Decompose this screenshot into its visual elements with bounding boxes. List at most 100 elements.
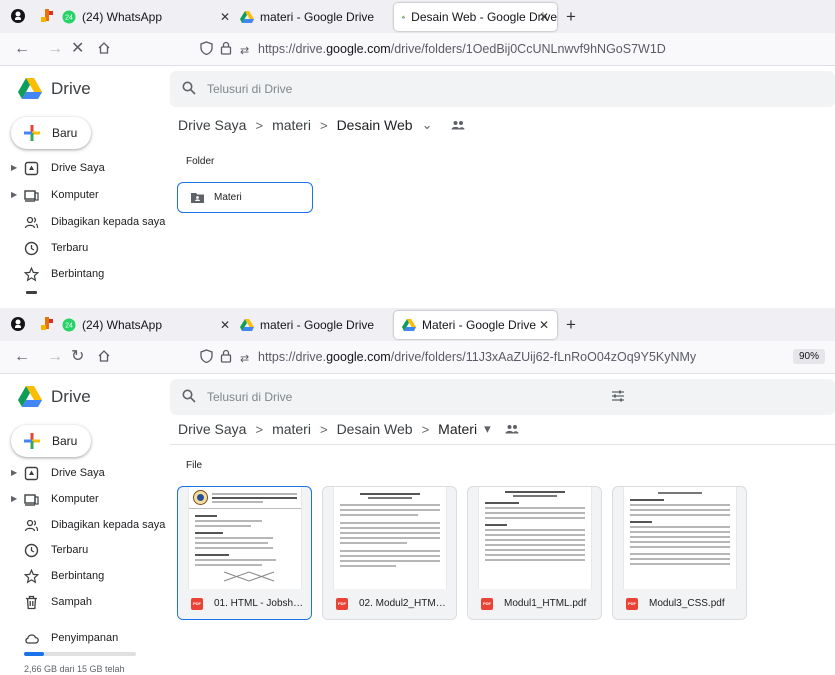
tab-materi[interactable]: ✕ materi - Google Drive	[212, 3, 392, 31]
home-icon[interactable]	[97, 349, 111, 363]
back-icon[interactable]: ←	[14, 349, 30, 365]
new-button-label: Baru	[52, 434, 78, 448]
breadcrumb-item[interactable]: materi	[272, 421, 311, 437]
new-tab-icon[interactable]: +	[566, 315, 576, 335]
breadcrumb-item[interactable]: Materi	[438, 421, 477, 437]
sidebar-item-starred[interactable]: Berbintang	[0, 262, 170, 288]
sidebar-item-shared[interactable]: Dibagikan kepada saya	[0, 210, 170, 236]
shared-people-icon[interactable]	[451, 120, 465, 130]
lock-icon[interactable]	[220, 41, 232, 55]
breadcrumb-item[interactable]: Drive Saya	[178, 421, 246, 437]
app-title[interactable]: Drive	[51, 387, 91, 407]
address-bar[interactable]: https://drive.google.com/drive/folders/1…	[258, 42, 666, 56]
drive-logo-icon[interactable]	[18, 78, 42, 99]
sidebar-item-recent[interactable]: Terbaru	[0, 236, 170, 262]
file-card-footer: PDF 01. HTML - Jobsheet....	[178, 589, 311, 619]
permissions-icon[interactable]: ⇄	[240, 351, 249, 367]
new-tab-icon[interactable]: +	[566, 7, 576, 27]
drive-icon	[24, 466, 39, 481]
tab-materi[interactable]: ✕ materi - Google Drive	[212, 311, 392, 339]
sidebar-item-storage[interactable]: Penyimpanan	[0, 626, 170, 652]
file-card[interactable]: PDF 01. HTML - Jobsheet....	[177, 486, 312, 620]
expand-caret-icon[interactable]: ▶	[11, 163, 17, 172]
shield-icon[interactable]	[200, 349, 213, 363]
close-icon[interactable]: ✕	[220, 10, 230, 24]
breadcrumb-item[interactable]: Desain Web	[337, 117, 413, 133]
sidebar-item-shared[interactable]: Dibagikan kepada saya	[0, 513, 170, 539]
search-icon[interactable]	[182, 389, 196, 403]
file-name: 01. HTML - Jobsheet....	[214, 598, 304, 609]
pdf-icon: PDF	[626, 598, 638, 610]
file-thumbnail	[623, 487, 737, 591]
sidebar-item-trash[interactable]: Sampah	[0, 590, 170, 616]
svg-text:24: 24	[65, 15, 73, 22]
tab-desain-web[interactable]: Desain Web - Google Drive ✕	[394, 3, 557, 31]
sidebar-item-komputer[interactable]: ▶ Komputer	[0, 183, 170, 209]
close-icon[interactable]: ✕	[539, 318, 549, 332]
new-button[interactable]: Baru	[11, 117, 91, 149]
file-card[interactable]: PDF Modul1_HTML.pdf	[467, 486, 602, 620]
drive-logo-icon[interactable]	[18, 386, 42, 407]
breadcrumb-item[interactable]: materi	[272, 117, 311, 133]
breadcrumb-item[interactable]: Desain Web	[337, 421, 413, 437]
app-logo-icon[interactable]	[39, 316, 55, 332]
back-icon[interactable]: ←	[14, 41, 30, 57]
app-logo-icon[interactable]	[39, 8, 55, 24]
tab-whatsapp[interactable]: 24 (24) WhatsApp	[62, 311, 207, 339]
app-title[interactable]: Drive	[51, 79, 91, 99]
tab-materi-active[interactable]: Materi - Google Drive ✕	[394, 311, 557, 339]
file-thumbnail	[188, 487, 302, 591]
search-options-icon[interactable]	[611, 389, 625, 403]
search-bar[interactable]: Telusuri di Drive	[170, 71, 835, 107]
tab-label: Materi - Google Drive	[422, 318, 537, 332]
stop-icon[interactable]: ✕	[71, 41, 84, 57]
chevron-down-icon[interactable]: ⌄	[422, 117, 433, 133]
whatsapp-icon: 24	[62, 318, 76, 332]
sidebar-item-komputer[interactable]: ▶ Komputer	[0, 487, 170, 513]
search-bar[interactable]: Telusuri di Drive	[170, 379, 835, 415]
search-input[interactable]: Telusuri di Drive	[207, 82, 292, 96]
expand-caret-icon[interactable]: ▶	[11, 190, 17, 199]
search-icon[interactable]	[182, 81, 196, 95]
chevron-right-icon: >	[319, 421, 328, 437]
chevron-down-icon[interactable]: ▾	[484, 421, 491, 437]
whatsapp-icon: 24	[62, 10, 76, 24]
file-card[interactable]: PDF Modul3_CSS.pdf	[612, 486, 747, 620]
sidebar-item-drive-saya[interactable]: ▶ Drive Saya	[0, 156, 170, 182]
forward-icon[interactable]: →	[47, 349, 63, 365]
computer-icon	[24, 190, 39, 202]
file-card[interactable]: PDF 02. Modul2_HTML.pdf	[322, 486, 457, 620]
address-bar[interactable]: https://drive.google.com/drive/folders/1…	[258, 350, 696, 364]
cloud-icon	[25, 634, 39, 644]
close-icon[interactable]: ✕	[220, 318, 230, 332]
star-icon	[24, 267, 39, 282]
new-button-label: Baru	[52, 126, 78, 140]
new-button[interactable]: Baru	[11, 425, 91, 457]
github-icon[interactable]	[10, 316, 26, 332]
divider	[170, 444, 835, 445]
github-icon[interactable]	[10, 8, 26, 24]
reload-icon[interactable]: ↻	[71, 349, 84, 365]
svg-text:24: 24	[65, 323, 73, 330]
shield-icon[interactable]	[200, 41, 213, 55]
tab-label: materi - Google Drive	[260, 10, 375, 24]
breadcrumb-item[interactable]: Drive Saya	[178, 117, 246, 133]
close-icon[interactable]: ✕	[539, 10, 549, 24]
permissions-icon[interactable]: ⇄	[240, 43, 249, 59]
sidebar-item-drive-saya[interactable]: ▶ Drive Saya	[0, 461, 170, 487]
folder-chip[interactable]: Materi	[177, 182, 313, 213]
folder-icon	[191, 193, 204, 203]
forward-icon[interactable]: →	[47, 41, 63, 57]
sidebar-item-recent[interactable]: Terbaru	[0, 538, 170, 564]
lock-icon[interactable]	[220, 349, 232, 363]
shared-people-icon[interactable]	[505, 424, 519, 434]
clock-icon	[24, 241, 39, 256]
expand-caret-icon[interactable]: ▶	[11, 494, 17, 503]
browser-nav-bar: ← → ↻ ⇄ https://drive.google.com/drive/f…	[0, 341, 835, 374]
tab-whatsapp[interactable]: 24 (24) WhatsApp	[62, 3, 207, 31]
expand-caret-icon[interactable]: ▶	[11, 468, 17, 477]
home-icon[interactable]	[97, 41, 111, 55]
sidebar-item-starred[interactable]: Berbintang	[0, 564, 170, 590]
search-input[interactable]: Telusuri di Drive	[207, 390, 292, 404]
zoom-badge[interactable]: 90%	[792, 349, 825, 364]
